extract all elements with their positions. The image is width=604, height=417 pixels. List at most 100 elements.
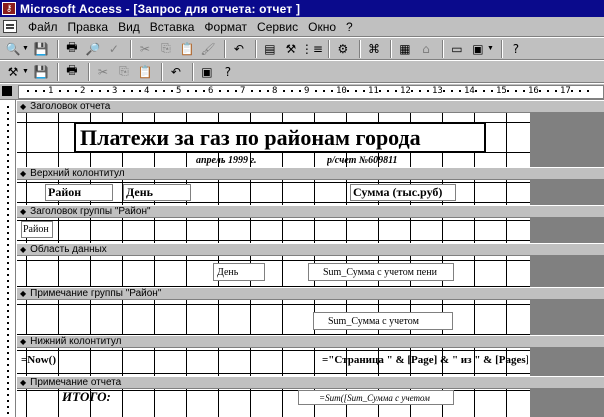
now-expression[interactable]: =Now() — [21, 351, 81, 368]
sorting-grouping-icon[interactable]: ⋮≡ — [301, 40, 323, 58]
ruler-tick — [7, 226, 9, 228]
toolbox-icon[interactable]: ⚒ — [282, 40, 300, 58]
menu-help[interactable]: ? — [341, 20, 358, 34]
total-sum-field[interactable]: =Sum([Sum_Сумма с учетом — [298, 390, 454, 405]
vertical-ruler[interactable] — [0, 100, 16, 417]
group-district-field[interactable]: Район — [21, 221, 53, 238]
ruler-tick — [7, 148, 9, 150]
access-key-icon[interactable]: ⚷ — [2, 2, 16, 15]
section-detail[interactable]: ◆ Область данных — [17, 243, 604, 256]
undo-icon[interactable]: ↶ — [230, 40, 248, 58]
menu-edit[interactable]: Правка — [63, 20, 114, 34]
date-label[interactable]: апрель 1999 г. — [196, 153, 276, 167]
detail-sum-field[interactable]: Sum_Сумма с учетом пени — [308, 263, 454, 281]
chevron-down-icon[interactable]: ▼ — [487, 45, 494, 52]
properties-icon[interactable]: ▦ — [396, 40, 414, 58]
ruler-tick — [475, 90, 477, 92]
column-header-district[interactable]: Район — [45, 184, 113, 201]
ruler-tick — [459, 90, 461, 92]
ruler-tick — [547, 90, 549, 92]
group-sum-field[interactable]: Sum_Сумма с учетом — [313, 312, 453, 330]
ruler-tick — [323, 90, 325, 92]
grid-line — [17, 304, 530, 305]
ruler-tick — [235, 90, 237, 92]
new-object-icon[interactable]: ▣ — [469, 40, 487, 58]
copy-icon[interactable]: ⎘ — [157, 40, 175, 58]
ruler-tick — [7, 190, 9, 192]
account-label[interactable]: р/счет №609811 — [327, 153, 427, 167]
menu-tools[interactable]: Сервис — [252, 20, 303, 34]
ruler-tick — [171, 90, 173, 92]
paste-icon[interactable]: 📋 — [136, 63, 154, 81]
page-expression[interactable]: ="Страница " & [Page] & " из " & [Pages] — [322, 351, 528, 368]
ruler-tick — [7, 160, 9, 162]
menu-insert[interactable]: Вставка — [145, 20, 200, 34]
paste-icon[interactable]: 📋 — [178, 40, 196, 58]
ruler-tick — [7, 310, 9, 312]
format-painter-icon[interactable]: 🖌 — [199, 40, 217, 58]
spelling-icon[interactable]: ✓ — [105, 40, 123, 58]
database-window-icon[interactable]: ▭ — [448, 40, 466, 58]
field-list-icon[interactable]: ▤ — [261, 40, 279, 58]
ruler-number: 17 — [560, 86, 571, 96]
save-icon[interactable]: 💾 — [32, 63, 50, 81]
print-icon[interactable]: 🖶 — [63, 63, 81, 81]
column-header-sum[interactable]: Сумма (тыс.руб) — [350, 184, 456, 201]
ruler-number: 11 — [368, 86, 379, 96]
cut-icon[interactable]: ✂ — [94, 63, 112, 81]
ruler-tick — [523, 90, 525, 92]
total-label[interactable]: ИТОГО: — [62, 389, 122, 405]
window-icon[interactable]: ▣ — [198, 63, 216, 81]
ruler-tick — [7, 256, 9, 258]
save-icon[interactable]: 💾 — [32, 40, 50, 58]
menu-window[interactable]: Окно — [303, 20, 341, 34]
report-title[interactable]: Платежи за газ по районам города — [74, 122, 486, 153]
ruler-tick — [155, 90, 157, 92]
autoformat-icon[interactable]: ⚙ — [334, 40, 352, 58]
section-group-footer[interactable]: ◆ Примечание группы "Район" — [17, 287, 604, 300]
title-bar: ⚷ Microsoft Access - [Запрос для отчета:… — [0, 0, 604, 17]
ruler-tick — [7, 400, 9, 402]
ruler-tick — [7, 370, 9, 372]
toolbar-separator — [87, 62, 90, 81]
ruler-tick — [131, 90, 133, 92]
ruler-tick — [491, 90, 493, 92]
print-icon[interactable]: 🖶 — [63, 40, 81, 58]
section-page-header[interactable]: ◆ Верхний колонтитул — [17, 167, 604, 180]
chevron-down-icon[interactable]: ▼ — [22, 68, 29, 75]
help-icon[interactable]: ? — [219, 63, 237, 81]
ruler-tick — [7, 364, 9, 366]
menu-view[interactable]: Вид — [113, 20, 145, 34]
ruler-number: 7 — [240, 86, 246, 96]
chevron-down-icon[interactable]: ▼ — [22, 45, 29, 52]
menu-file[interactable]: Файл — [23, 20, 63, 34]
menu-format[interactable]: Формат — [199, 20, 252, 34]
detail-day-field[interactable]: День — [213, 263, 265, 281]
tools-icon[interactable]: ⚒ — [4, 63, 22, 81]
code-icon[interactable]: ⌘ — [365, 40, 383, 58]
copy-icon[interactable]: ⎘ — [115, 63, 133, 81]
undo-icon[interactable]: ↶ — [167, 63, 185, 81]
ruler-tick — [7, 388, 9, 390]
build-icon[interactable]: ⌂ — [417, 40, 435, 58]
report-selector[interactable] — [2, 86, 12, 96]
section-arrow-icon: ◆ — [20, 337, 27, 346]
toolbar-separator — [500, 39, 503, 58]
cut-icon[interactable]: ✂ — [136, 40, 154, 58]
help-icon[interactable]: ? — [507, 40, 525, 58]
ruler-tick — [7, 214, 9, 216]
report-document-icon[interactable] — [3, 20, 17, 33]
section-group-header[interactable]: ◆ Заголовок группы "Район" — [17, 205, 604, 218]
section-page-footer[interactable]: ◆ Нижний колонтитул — [17, 335, 604, 348]
print-preview-icon[interactable]: 🔎 — [84, 40, 102, 58]
ruler-tick — [7, 154, 9, 156]
view-icon[interactable]: 🔍 — [4, 40, 22, 58]
ruler-tick — [411, 90, 413, 92]
ruler-tick — [7, 406, 9, 408]
section-report-header[interactable]: ◆ Заголовок отчета — [17, 100, 604, 113]
ruler-tick — [7, 142, 9, 144]
section-report-footer[interactable]: ◆ Примечание отчета — [17, 376, 604, 389]
ruler-tick — [7, 340, 9, 342]
horizontal-ruler[interactable]: 1 2 3 4 5 6 7 8 9 10 11 12 13 14 15 16 17 — [18, 85, 604, 99]
column-header-day[interactable]: День — [123, 184, 191, 201]
